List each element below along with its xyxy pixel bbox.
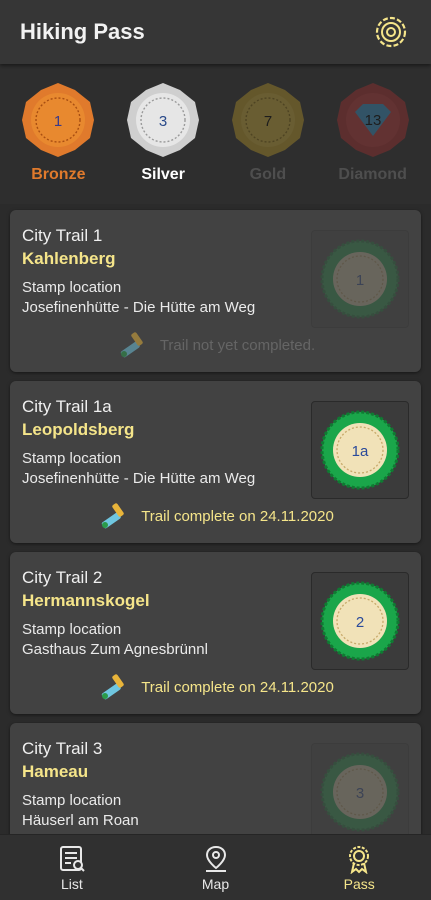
stamp-number: 1a — [352, 443, 369, 460]
nav-label: Pass — [343, 875, 375, 892]
nav-item-map[interactable]: Map — [144, 835, 288, 900]
trail-stamp-icon: 2 — [320, 581, 400, 661]
map-pin-icon — [205, 845, 226, 872]
stamp-number: 3 — [356, 785, 364, 802]
trail-status: Trail complete on 24.11.2020 — [10, 501, 421, 531]
trail-status: Trail complete on 24.11.2020 — [10, 672, 421, 702]
medal-count: 13 — [364, 112, 381, 129]
trail-card[interactable]: City Trail 3 Hameau Stamp location Häuse… — [10, 723, 421, 834]
app-bar: Hiking Pass — [0, 0, 431, 64]
stamp-box: 1a — [311, 401, 409, 499]
medal-count: 1 — [54, 113, 62, 130]
nav-label: Map — [201, 875, 230, 892]
trail-status-text: Trail not yet completed. — [159, 336, 316, 354]
medal-silver[interactable]: 3 Silver — [115, 64, 211, 204]
gold-medal-icon: 7 — [231, 83, 304, 157]
nav-item-list[interactable]: List — [0, 835, 144, 900]
bottom-nav: List Map Pass — [0, 834, 431, 900]
stamp-box: 3 — [311, 743, 409, 834]
medal-count: 3 — [159, 113, 167, 130]
silver-medal-icon: 3 — [127, 83, 200, 157]
stamp-number: 2 — [356, 614, 364, 631]
trail-stamp-icon: 1 — [320, 239, 400, 319]
stamp-box: 1 — [311, 230, 409, 328]
medal-row: 1 Bronze 3 Silver 7 Gold 13 Diamond — [0, 64, 431, 204]
stamp-number: 1 — [356, 272, 364, 289]
medal-label: Bronze — [31, 166, 86, 183]
medal-label: Silver — [141, 166, 185, 183]
trail-stamp-icon: 3 — [320, 752, 400, 832]
medal-gold[interactable]: 7 Gold — [220, 64, 316, 204]
trail-card[interactable]: City Trail 1a Leopoldsberg Stamp locatio… — [10, 381, 421, 543]
hammer-icon — [120, 332, 143, 358]
nav-label: List — [60, 875, 83, 892]
trail-card[interactable]: City Trail 2 Hermannskogel Stamp locatio… — [10, 552, 421, 714]
medal-diamond[interactable]: 13 Diamond — [325, 64, 421, 204]
trail-status-text: Trail complete on 24.11.2020 — [141, 507, 334, 525]
trail-list[interactable]: City Trail 1 Kahlenberg Stamp location J… — [0, 204, 431, 834]
trail-status-text: Trail complete on 24.11.2020 — [141, 678, 334, 696]
hammer-icon — [102, 674, 124, 700]
page-title: Hiking Pass — [20, 19, 145, 44]
trail-card[interactable]: City Trail 1 Kahlenberg Stamp location J… — [10, 210, 421, 372]
medal-count: 7 — [264, 113, 272, 130]
trail-stamp-icon: 1a — [320, 410, 400, 490]
diamond-medal-icon: 13 — [336, 83, 409, 157]
trail-status: Trail not yet completed. — [10, 330, 421, 360]
settings-button[interactable] — [371, 12, 411, 52]
medal-label: Gold — [249, 166, 287, 183]
nav-item-pass[interactable]: Pass — [287, 835, 431, 900]
medal-label: Diamond — [338, 166, 407, 183]
medal-bronze[interactable]: 1 Bronze — [10, 64, 106, 204]
list-icon — [59, 845, 85, 872]
bronze-medal-icon: 1 — [22, 83, 95, 157]
stamp-box: 2 — [311, 572, 409, 670]
settings-icon — [375, 16, 407, 48]
hammer-icon — [102, 503, 124, 529]
award-icon — [349, 845, 370, 874]
